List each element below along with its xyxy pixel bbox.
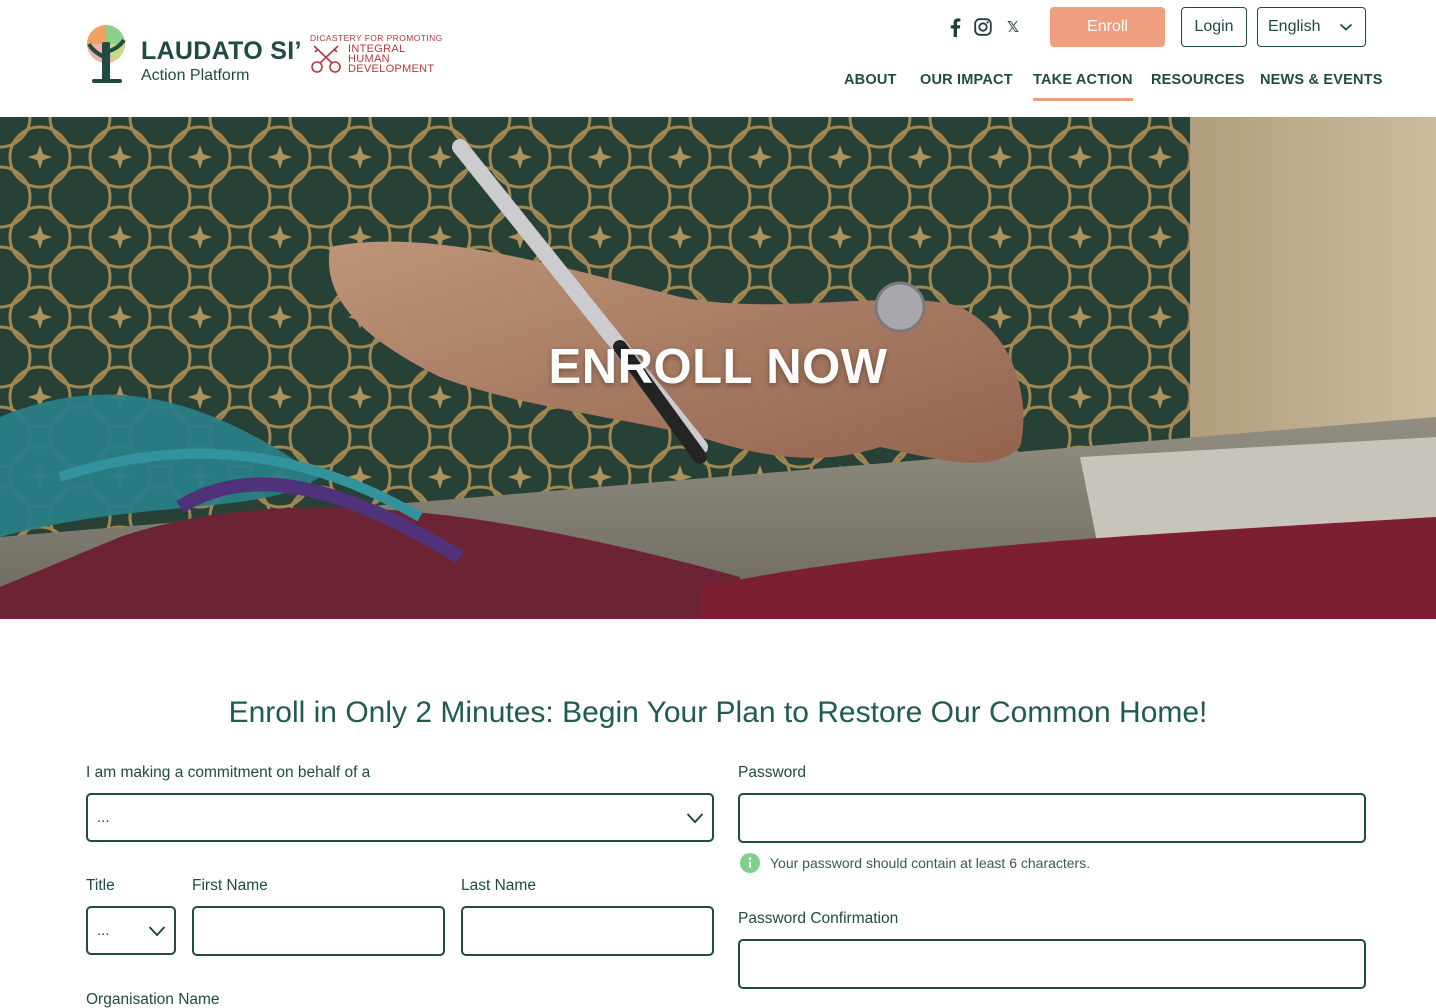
last-name-input[interactable] (461, 906, 714, 956)
organisation-label: Organisation Name (86, 991, 220, 1008)
behalf-value: ... (97, 809, 110, 826)
password-hint-text: Your password should contain at least 6 … (770, 855, 1091, 871)
form-heading: Enroll in Only 2 Minutes: Begin Your Pla… (228, 696, 1208, 729)
password-confirmation-label: Password Confirmation (738, 910, 899, 927)
site-header: LAUDATO SI’ Action Platform DICASTERY FO… (0, 0, 1436, 117)
nav-news-events[interactable]: NEWS & EVENTS (1260, 72, 1383, 102)
first-name-input[interactable] (192, 906, 445, 956)
title-value: ... (97, 922, 110, 939)
hero-title: ENROLL NOW (548, 340, 888, 394)
behalf-label: I am making a commitment on behalf of a (86, 764, 371, 781)
chevron-down-icon (686, 813, 704, 824)
password-confirmation-input[interactable] (738, 939, 1366, 989)
laudato-si-logo[interactable]: LAUDATO SI’ Action Platform (86, 24, 301, 86)
behalf-select[interactable]: ... (86, 793, 714, 842)
x-icon[interactable]: 𝕏 (1002, 16, 1024, 38)
dicastery-top-line: DICASTERY FOR PROMOTING (310, 33, 443, 43)
tree-logo-icon (87, 25, 126, 83)
password-hint: Your password should contain at least 6 … (740, 853, 1090, 873)
nav-take-action[interactable]: TAKE ACTION (1033, 72, 1133, 102)
chevron-down-icon (1339, 23, 1353, 31)
info-icon (740, 853, 760, 873)
facebook-icon[interactable] (944, 16, 966, 38)
crossed-keys-icon (311, 45, 341, 73)
enroll-button[interactable]: Enroll (1050, 7, 1165, 47)
dicastery-line-3: DEVELOPMENT (348, 63, 435, 75)
chevron-down-icon (148, 926, 166, 937)
logo-subtitle: Action Platform (141, 67, 250, 84)
password-input[interactable] (738, 793, 1366, 843)
x-glyph: 𝕏 (1006, 19, 1020, 36)
nav-resources[interactable]: RESOURCES (1151, 72, 1245, 102)
hero-banner: ENROLL NOW (0, 117, 1436, 619)
login-button[interactable]: Login (1181, 7, 1247, 47)
dicastery-logo[interactable]: DICASTERY FOR PROMOTING INTEGRAL HUMAN D… (310, 33, 443, 77)
language-select[interactable]: English (1257, 7, 1366, 47)
nav-our-impact[interactable]: OUR IMPACT (920, 72, 1013, 102)
nav-about[interactable]: ABOUT (844, 72, 897, 102)
logo-title: LAUDATO SI’ (141, 37, 302, 65)
last-name-label: Last Name (461, 877, 536, 894)
title-label: Title (86, 877, 115, 894)
password-label: Password (738, 764, 807, 781)
instagram-icon[interactable] (972, 16, 994, 38)
title-select[interactable]: ... (86, 906, 176, 955)
language-value: English (1268, 18, 1321, 35)
first-name-label: First Name (192, 877, 268, 894)
